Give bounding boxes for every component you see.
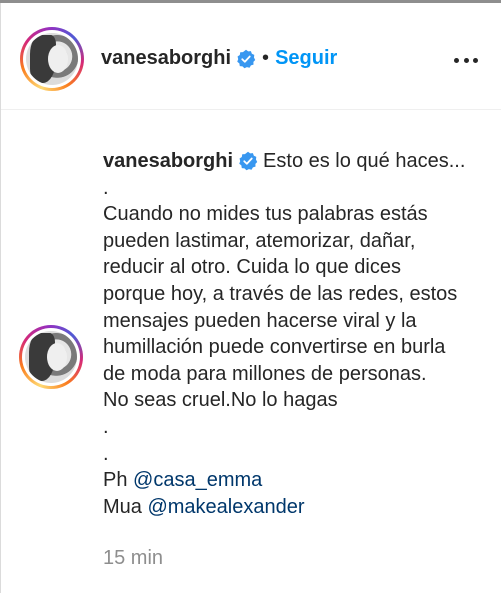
caption-line: . xyxy=(103,442,109,465)
caption-line: mensajes pueden hacerse viral y la xyxy=(103,309,417,332)
mention-link-makealexander[interactable]: @makealexander xyxy=(147,496,304,518)
caption-line: No seas cruel.No lo hagas xyxy=(103,389,338,412)
caption-first-line: vanesaborghi Esto es lo qué haces... xyxy=(103,148,493,175)
more-dot-1 xyxy=(454,57,459,63)
mention-link-casa-emma[interactable]: @casa_emma xyxy=(133,469,262,491)
caption-line: . xyxy=(103,415,109,438)
header-username-link[interactable]: vanesaborghi xyxy=(101,47,231,70)
profile-avatar[interactable] xyxy=(20,27,84,91)
caption-body: vanesaborghi Esto es lo qué haces... . C… xyxy=(103,148,493,520)
post-timestamp[interactable]: 15 min xyxy=(103,547,163,570)
credit-line-makeup: Mua @makealexander xyxy=(103,494,493,521)
avatar-ring-gap xyxy=(23,30,81,88)
caption-line: Cuando no mides tus palabras estás xyxy=(103,203,428,226)
caption-line: porque hoy, a través de las redes, estos xyxy=(103,282,458,305)
avatar-photo xyxy=(26,33,78,85)
avatar-photo xyxy=(25,331,77,383)
avatar-ring-gap xyxy=(22,328,80,386)
more-dot-2 xyxy=(463,57,469,63)
caption-line: reducir al otro. Cuida lo que dices xyxy=(103,256,401,279)
verified-badge-icon xyxy=(237,49,256,68)
credit-prefix: Ph xyxy=(103,469,134,492)
more-dot-3 xyxy=(473,57,478,63)
separator-dot: • xyxy=(262,47,270,69)
credit-line-photo: Ph @casa_emma xyxy=(103,467,493,494)
more-options-icon[interactable] xyxy=(454,50,478,70)
caption-line: de moda para millones de personas. xyxy=(103,362,427,385)
follow-button[interactable]: Seguir xyxy=(275,47,337,70)
post-header: vanesaborghi • Seguir xyxy=(1,3,501,110)
caption-first-text: Esto es lo qué haces... xyxy=(263,150,466,172)
caption-line: humillación puede convertirse en burla xyxy=(103,336,446,359)
caption-username-link[interactable]: vanesaborghi xyxy=(103,148,233,175)
credit-prefix: Mua xyxy=(103,495,148,518)
header-handle-row: vanesaborghi • Seguir xyxy=(101,47,337,70)
caption-avatar[interactable] xyxy=(19,325,83,389)
caption-line: pueden lastimar, atemorizar, dañar, xyxy=(103,229,416,252)
caption-line: . xyxy=(103,176,109,199)
verified-badge-icon xyxy=(239,152,258,171)
